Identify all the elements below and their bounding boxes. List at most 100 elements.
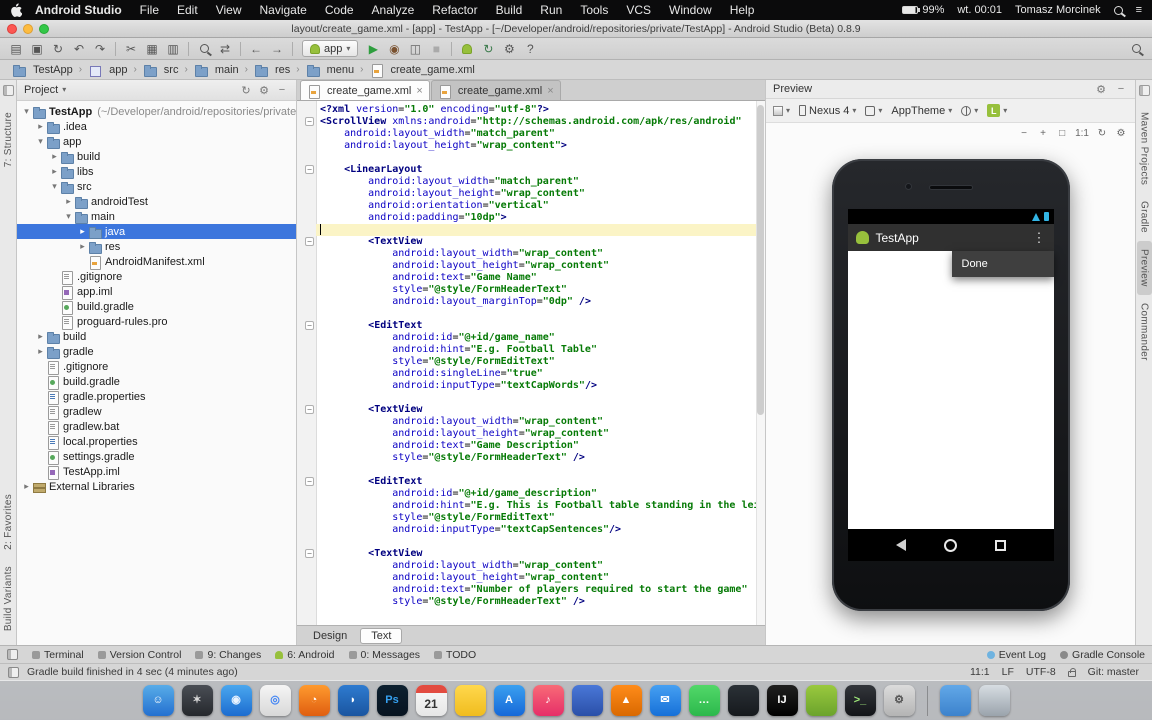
fold-collapse-icon[interactable]: − — [305, 477, 314, 486]
dock-xcode-icon[interactable] — [572, 685, 603, 716]
editor-scrollbar[interactable] — [756, 101, 765, 625]
tree-collapse-icon[interactable]: ▾ — [49, 181, 60, 192]
menu-navigate[interactable]: Navigate — [250, 0, 315, 20]
back-icon[interactable]: ← — [246, 40, 266, 58]
menu-view[interactable]: View — [207, 0, 251, 20]
help-icon[interactable]: ? — [520, 40, 540, 58]
dock-system-preferences-icon[interactable]: ⚙ — [884, 685, 915, 716]
orientation-dropdown[interactable]: ▾ — [865, 106, 882, 116]
zoom-in-icon[interactable]: + — [1037, 127, 1049, 139]
find-icon[interactable] — [194, 40, 214, 58]
tree-collapse-icon[interactable]: ▾ — [63, 211, 74, 222]
tool-tab-maven-projects[interactable]: Maven Projects — [1137, 104, 1152, 193]
menu-edit[interactable]: Edit — [168, 0, 207, 20]
code-line-26[interactable]: − <TextView — [297, 404, 765, 416]
dock-vlc-icon[interactable]: ▲ — [611, 685, 642, 716]
code-line-20[interactable]: android:id="@+id/game_name" — [297, 332, 765, 344]
tree-item-gradle-properties[interactable]: gradle.properties — [17, 389, 296, 404]
code-line-14[interactable]: android:layout_height="wrap_content" — [297, 260, 765, 272]
dock-finder-icon[interactable]: ☺ — [143, 685, 174, 716]
sync-icon[interactable]: ↻ — [48, 40, 68, 58]
redo-icon[interactable]: ↷ — [90, 40, 110, 58]
dock-trash-icon[interactable] — [979, 685, 1010, 716]
editor-mode-tab-design[interactable]: Design — [302, 628, 358, 644]
zoom-actual-icon[interactable]: 1:1 — [1075, 127, 1089, 139]
fold-collapse-icon[interactable]: − — [305, 405, 314, 414]
menu-build[interactable]: Build — [487, 0, 532, 20]
dock-safari-icon[interactable]: ◉ — [221, 685, 252, 716]
dock-calendar-icon[interactable]: 21 — [416, 685, 447, 716]
code-line-7[interactable]: android:layout_width="match_parent" — [297, 176, 765, 188]
breadcrumb-src[interactable]: src — [139, 63, 183, 77]
save-all-icon[interactable]: ▣ — [27, 40, 47, 58]
code-line-30[interactable]: style="@style/FormHeaderText" /> — [297, 452, 765, 464]
settings-icon[interactable]: ⚙ — [499, 40, 519, 58]
zoom-out-icon[interactable]: − — [1018, 127, 1030, 139]
refresh-preview-icon[interactable]: ↻ — [1096, 127, 1108, 139]
tool-button-version-control[interactable]: Version Control — [98, 649, 182, 661]
user-menu[interactable]: Tomasz Morcinek — [1015, 4, 1101, 16]
preview-gear-icon[interactable]: ⚙ — [1094, 83, 1108, 96]
menu-code[interactable]: Code — [316, 0, 363, 20]
tree-item-java[interactable]: ▸java — [17, 224, 296, 239]
tool-tab-2-favorites[interactable]: 2: Favorites — [1, 486, 16, 558]
tree-item-local-properties[interactable]: local.properties — [17, 434, 296, 449]
tree-expand-icon[interactable]: ▸ — [49, 166, 60, 177]
undo-icon[interactable]: ↶ — [69, 40, 89, 58]
tree-expand-icon[interactable]: ▸ — [35, 331, 46, 342]
fold-collapse-icon[interactable]: − — [305, 237, 314, 246]
tree-item-gitignore[interactable]: .gitignore — [17, 359, 296, 374]
code-line-41[interactable]: android:text="Number of players required… — [297, 584, 765, 596]
code-line-29[interactable]: android:text="Game Description" — [297, 440, 765, 452]
tree-item-idea[interactable]: ▸.idea — [17, 119, 296, 134]
run-icon[interactable]: ▶ — [363, 40, 383, 58]
code-line-33[interactable]: android:id="@+id/game_description" — [297, 488, 765, 500]
tree-item-androidmanifest-xml[interactable]: AndroidManifest.xml — [17, 254, 296, 269]
code-line-15[interactable]: android:text="Game Name" — [297, 272, 765, 284]
tree-item-build[interactable]: ▸build — [17, 329, 296, 344]
dock-launchpad-icon[interactable]: ✶ — [182, 685, 213, 716]
project-panel-title[interactable]: Project — [24, 84, 58, 96]
tree-expand-icon[interactable]: ▸ — [63, 196, 74, 207]
android-avd-icon[interactable] — [457, 40, 477, 58]
tree-item-build[interactable]: ▸build — [17, 149, 296, 164]
coverage-icon[interactable]: ◫ — [405, 40, 425, 58]
tree-item-gradle[interactable]: ▸gradle — [17, 344, 296, 359]
tool-button-event-log[interactable]: Event Log — [987, 649, 1046, 661]
code-line-40[interactable]: android:layout_height="wrap_content" — [297, 572, 765, 584]
zoom-window-button[interactable] — [39, 24, 49, 34]
tool-button-9-changes[interactable]: 9: Changes — [195, 649, 261, 661]
editor-tab-2[interactable]: create_game.xml× — [431, 80, 561, 100]
editor-mode-tab-text[interactable]: Text — [360, 628, 402, 644]
code-line-38[interactable]: − <TextView — [297, 548, 765, 560]
readonly-lock[interactable] — [1063, 668, 1081, 677]
code-line-22[interactable]: style="@style/FormEditText" — [297, 356, 765, 368]
dock-photoshop-icon[interactable]: Ps — [377, 685, 408, 716]
tree-item-gradlew-bat[interactable]: gradlew.bat — [17, 419, 296, 434]
breadcrumb-testapp[interactable]: TestApp — [8, 63, 77, 77]
tool-button-gradle-console[interactable]: Gradle Console — [1060, 649, 1145, 661]
scrollbar-thumb[interactable] — [757, 105, 764, 415]
code-editor[interactable]: <?xml version="1.0" encoding="utf-8"?>−<… — [297, 101, 765, 625]
toolwindow-toggle-icon[interactable] — [3, 85, 14, 96]
minimize-window-button[interactable] — [23, 24, 33, 34]
code-line-37[interactable] — [297, 536, 765, 548]
breadcrumb-menu[interactable]: menu — [302, 63, 359, 77]
tool-tab-commander[interactable]: Commander — [1137, 295, 1152, 369]
dock-mail-icon[interactable]: ✉ — [650, 685, 681, 716]
refresh-icon[interactable]: ↻ — [239, 84, 253, 97]
tree-collapse-icon[interactable]: ▾ — [21, 106, 32, 117]
battery-indicator[interactable]: 99% — [902, 4, 944, 16]
close-tab-icon[interactable]: × — [416, 85, 422, 97]
tree-expand-icon[interactable]: ▸ — [21, 481, 32, 492]
encoding-selector[interactable]: UTF-8 — [1021, 666, 1061, 678]
dock-itunes-icon[interactable]: ♪ — [533, 685, 564, 716]
paste-icon[interactable]: ▥ — [163, 40, 183, 58]
close-tab-icon[interactable]: × — [547, 85, 553, 97]
dock-app-store-icon[interactable]: A — [494, 685, 525, 716]
tree-item-androidtest[interactable]: ▸androidTest — [17, 194, 296, 209]
forward-icon[interactable]: → — [267, 40, 287, 58]
code-line-9[interactable]: android:orientation="vertical" — [297, 200, 765, 212]
code-line-25[interactable] — [297, 392, 765, 404]
tree-collapse-icon[interactable]: ▾ — [35, 136, 46, 147]
